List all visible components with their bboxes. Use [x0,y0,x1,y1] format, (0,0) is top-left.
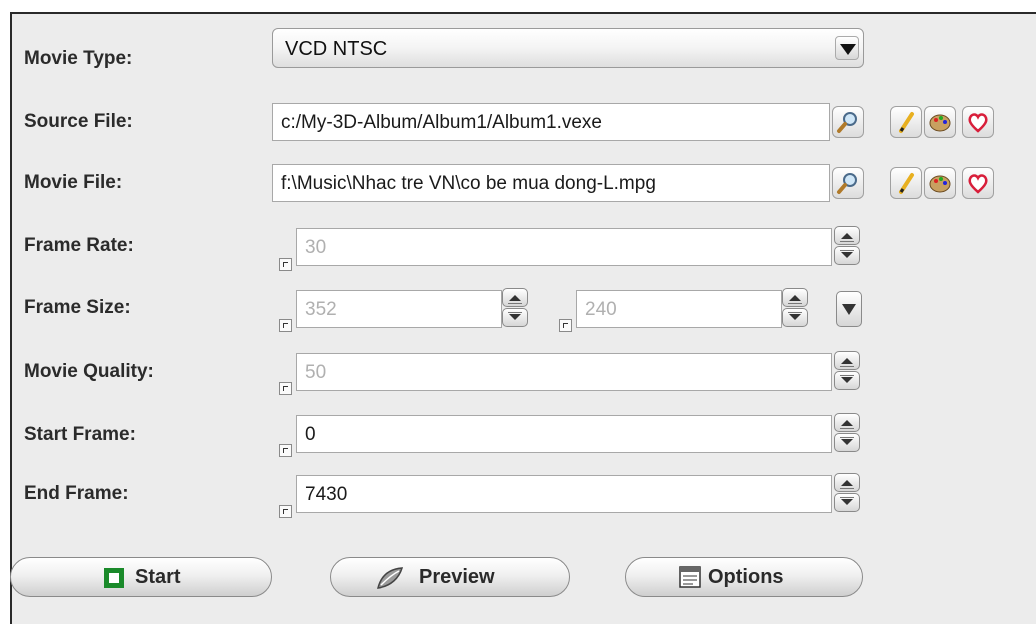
pencil-icon [899,112,914,133]
palette-movie-button[interactable] [924,167,956,199]
frame-size-preset-button[interactable] [836,291,862,327]
frame-width-checkbox[interactable] [279,319,292,332]
magnifier-icon [837,112,857,133]
start-frame-input[interactable]: 0 [296,415,832,453]
start-frame-checkbox[interactable] [279,444,292,457]
frame-height-checkbox[interactable] [559,319,572,332]
edit-source-button[interactable] [890,106,922,138]
options-button[interactable]: Options [625,557,863,597]
magnifier-icon [837,173,857,194]
movie-file-value: f:\Music\Nhac tre VN\co be mua dong-L.mp… [281,173,656,194]
frame-width-input[interactable]: 352 [296,290,502,328]
start-button-label: Start [135,566,181,588]
start-icon [104,568,124,588]
frame-width-stepper[interactable] [502,288,530,328]
source-file-label: Source File: [24,111,133,132]
movie-type-dropdown[interactable]: VCD NTSC [272,28,864,68]
frame-rate-value: 30 [305,237,327,258]
source-file-input[interactable]: c:/My-3D-Album/Album1/Album1.vexe [272,103,830,141]
preview-icon [376,567,404,589]
frame-width-value: 352 [305,299,337,320]
movie-quality-checkbox[interactable] [279,382,292,395]
decrement-button[interactable] [834,246,860,265]
start-frame-stepper[interactable] [834,413,862,453]
palette-icon [929,114,951,132]
end-frame-value: 7430 [305,484,348,505]
frame-rate-checkbox[interactable] [279,258,292,271]
frame-rate-input[interactable]: 30 [296,228,832,266]
edit-movie-button[interactable] [890,167,922,199]
options-icon [679,566,701,588]
pencil-icon [899,173,914,194]
movie-quality-stepper[interactable] [834,351,862,391]
start-button[interactable]: Start [10,557,272,597]
decrement-button[interactable] [834,493,860,512]
increment-button[interactable] [502,288,528,307]
end-frame-stepper[interactable] [834,473,862,513]
frame-height-input[interactable]: 240 [576,290,782,328]
preview-button[interactable]: Preview [330,557,570,597]
end-frame-label: End Frame: [24,483,129,504]
movie-type-label: Movie Type: [24,48,133,69]
increment-button[interactable] [834,473,860,492]
end-frame-input[interactable]: 7430 [296,475,832,513]
decrement-button[interactable] [782,308,808,327]
movie-quality-label: Movie Quality: [24,361,154,382]
decrement-button[interactable] [502,308,528,327]
heart-icon [968,174,988,194]
palette-source-button[interactable] [924,106,956,138]
movie-file-label: Movie File: [24,172,123,193]
browse-movie-button[interactable] [832,167,864,199]
frame-height-stepper[interactable] [782,288,810,328]
decrement-button[interactable] [834,433,860,452]
options-button-label: Options [708,566,784,588]
movie-file-input[interactable]: f:\Music\Nhac tre VN\co be mua dong-L.mp… [272,164,830,202]
heart-icon [968,113,988,133]
browse-source-button[interactable] [832,106,864,138]
frame-rate-label: Frame Rate: [24,235,134,256]
source-file-value: c:/My-3D-Album/Album1/Album1.vexe [281,112,602,133]
increment-button[interactable] [782,288,808,307]
chevron-down-icon[interactable] [835,36,859,60]
frame-rate-stepper[interactable] [834,226,862,266]
preview-button-label: Preview [419,566,495,588]
start-frame-value: 0 [305,424,316,445]
increment-button[interactable] [834,351,860,370]
frame-height-value: 240 [585,299,617,320]
movie-quality-input[interactable]: 50 [296,353,832,391]
palette-icon [929,175,951,193]
decrement-button[interactable] [834,371,860,390]
increment-button[interactable] [834,226,860,245]
frame-size-label: Frame Size: [24,297,131,318]
favorite-source-button[interactable] [962,106,994,138]
start-frame-label: Start Frame: [24,424,136,445]
movie-type-value: VCD NTSC [285,38,388,60]
increment-button[interactable] [834,413,860,432]
movie-quality-value: 50 [305,362,327,383]
favorite-movie-button[interactable] [962,167,994,199]
end-frame-checkbox[interactable] [279,505,292,518]
